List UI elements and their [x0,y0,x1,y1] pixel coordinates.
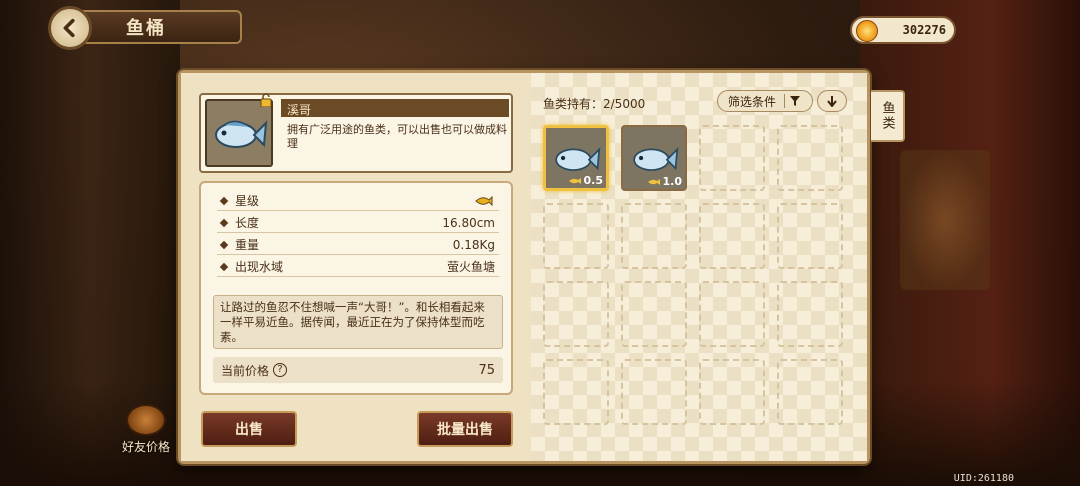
friend-price-label: 好友价格 [121,440,170,454]
empty-slot [621,359,687,425]
fish-slot[interactable]: 0.5 [543,125,609,191]
background-window [900,150,990,290]
fish-rank-icon [475,195,493,206]
fish-size-icon [647,178,660,185]
stat-row-weight: 重量 0.18Kg [217,235,499,255]
coin-counter: 302276 [850,16,956,44]
fish-name-bar: 溪哥 [281,99,509,117]
sort-button[interactable] [817,90,847,112]
filter-label: 筛选条件 [728,94,777,109]
fish-header-card: 溪哥 拥有广泛用途的鱼类，可以出售也可以做成料理 [199,93,513,173]
price-value: 75 [478,362,495,378]
diamond-bullet-icon [219,196,229,205]
fish-icon [555,147,601,171]
user-id: UID:261180 [953,473,1014,484]
back-arrow-icon [63,18,75,38]
filter-icon [790,96,801,106]
fish-size-label: 1.0 [647,175,683,188]
barrel-icon [126,404,166,436]
stat-row-length: 长度 16.80cm [217,213,499,233]
stat-row-habitat: 出现水域 萤火鱼塘 [217,257,499,277]
stat-value: 16.80cm [442,215,495,230]
price-label: 当前价格 [221,363,270,378]
diamond-bullet-icon [219,218,229,227]
fish-size-label: 0.5 [568,174,604,187]
current-price-row: 当前价格 ? 75 [213,357,503,383]
help-icon[interactable]: ? [273,363,288,377]
empty-slot [699,281,765,347]
empty-slot [543,281,609,347]
fish-detail-column: 溪哥 拥有广泛用途的鱼类，可以出售也可以做成料理 星级 长度 16.80cm 重… [181,73,531,461]
sort-down-icon [827,96,837,107]
fish-portrait [205,99,273,167]
diamond-bullet-icon [219,240,229,249]
fish-short-description: 拥有广泛用途的鱼类，可以出售也可以做成料理 [287,123,507,150]
stat-row-rank: 星级 [217,191,499,211]
sell-button[interactable]: 出售 [201,411,297,447]
fish-slot[interactable]: 1.0 [621,125,687,191]
tab-fish-category[interactable]: 鱼类 [871,90,905,142]
coin-value: 302276 [902,23,946,37]
fish-lore-text: 让路过的鱼忍不住想喊一声“大哥！”。和长相看起来一样平易近鱼。据传闻，最近正在为… [213,295,503,349]
title-plate: 鱼桶 [82,10,242,44]
stat-label: 长度 [235,216,260,230]
fish-size-value: 1.0 [662,175,683,188]
fish-holding-count: 鱼类持有：2/5000 [543,97,646,111]
fish-icon [215,120,268,148]
stat-label: 星级 [235,194,260,208]
fish-icon [633,147,679,171]
stat-value: 0.18Kg [452,237,495,252]
empty-slot [543,203,609,269]
fish-size-icon [568,177,581,184]
stat-label: 出现水域 [235,260,284,274]
fish-bucket-panel: 溪哥 拥有广泛用途的鱼类，可以出售也可以做成料理 星级 长度 16.80cm 重… [178,70,870,464]
page-title: 鱼桶 [126,18,166,39]
empty-slot [699,125,765,191]
empty-slot [699,203,765,269]
stat-value: 萤火鱼塘 [446,260,495,274]
empty-slot [543,359,609,425]
fish-size-value: 0.5 [583,174,604,187]
lock-icon[interactable] [259,93,273,107]
empty-slot [777,281,843,347]
bulk-sell-button[interactable]: 批量出售 [417,411,513,447]
back-button[interactable] [48,6,92,50]
diamond-bullet-icon [219,262,229,271]
empty-slot [777,203,843,269]
fish-inventory-column: 鱼类持有：2/5000 筛选条件 0.5 1.0 [531,73,867,461]
empty-slot [699,359,765,425]
stat-label: 重量 [235,238,260,252]
empty-slot [621,281,687,347]
filter-button[interactable]: 筛选条件 [717,90,813,112]
empty-slot [777,125,843,191]
empty-slot [777,359,843,425]
fish-name: 溪哥 [287,103,312,117]
fish-stats-box: 星级 长度 16.80cm 重量 0.18Kg 出现水域 萤火鱼塘 让路过的鱼忍 [199,181,513,395]
friend-price-button[interactable]: 好友价格 [118,404,174,455]
coin-icon [856,20,878,42]
empty-slot [621,203,687,269]
divider [784,94,786,108]
